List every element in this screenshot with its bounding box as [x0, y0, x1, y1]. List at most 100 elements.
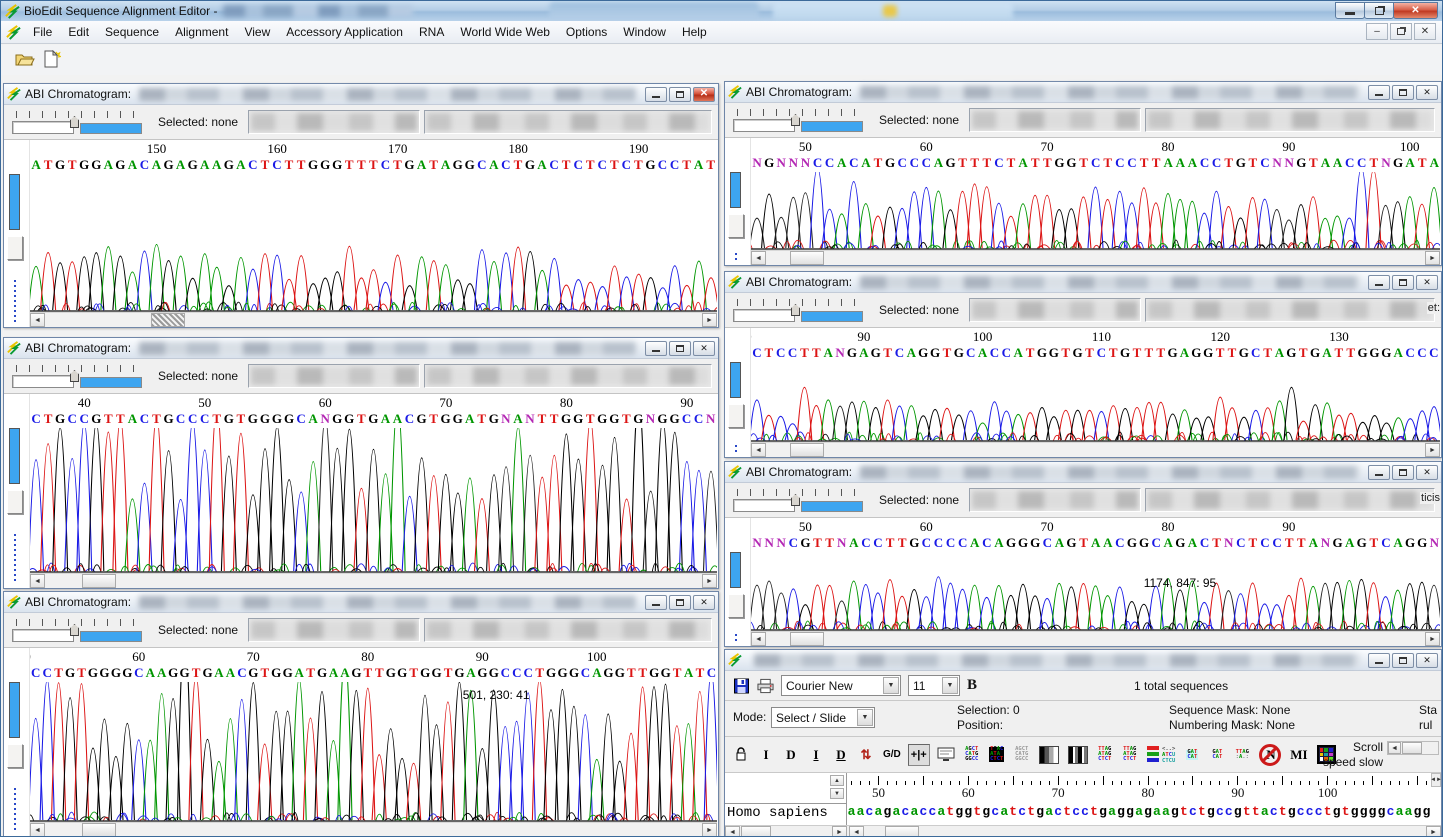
close-button[interactable]: ✕: [693, 87, 715, 102]
scroll-right-arrow[interactable]: ►: [1425, 251, 1440, 265]
scroll-left-arrow[interactable]: ◄: [725, 826, 740, 837]
ttag-colored-icon[interactable]: TTAGATAGCTCT: [1095, 744, 1115, 766]
menu-item-help[interactable]: Help: [674, 22, 715, 42]
vertical-scale-slider[interactable]: [725, 328, 751, 457]
maximize-button[interactable]: [669, 87, 691, 102]
trace-area[interactable]: 501, 230: 41: [30, 682, 717, 823]
save-icon[interactable]: [733, 678, 750, 694]
ttag-colored2-icon[interactable]: TTAGATAGCTCT: [1120, 744, 1140, 766]
horizontal-scrollbar[interactable]: ◄ ►: [751, 250, 1440, 265]
zoom-slider[interactable]: [731, 106, 871, 134]
black-bars-icon[interactable]: [1066, 744, 1090, 766]
minimize-button[interactable]: [1335, 2, 1365, 19]
scrollbar-thumb[interactable]: [790, 251, 824, 265]
scroll-right-arrow[interactable]: ►: [702, 574, 717, 588]
font-size-select[interactable]: 11 ▼: [908, 675, 960, 696]
sequence-scrollbar[interactable]: ◄ ►: [849, 826, 1441, 837]
vertical-scale-slider[interactable]: [4, 140, 30, 327]
scroll-left-arrow[interactable]: ◄: [849, 826, 864, 837]
mode-select[interactable]: Select / Slide ▼: [771, 707, 875, 728]
maximize-button[interactable]: [669, 595, 691, 610]
horizontal-scrollbar[interactable]: ◄ ►: [30, 573, 717, 588]
minimize-button[interactable]: [645, 341, 667, 356]
slider-thumb[interactable]: [728, 214, 744, 238]
sequence-name-cell[interactable]: Homo sapiens: [725, 803, 847, 825]
color-letters-icon[interactable]: AGCTCATGGGCC: [962, 744, 982, 766]
scrollbar-thumb[interactable]: [151, 313, 185, 327]
delete-mode-button[interactable]: D: [781, 744, 801, 766]
close-button[interactable]: ✕: [1416, 465, 1438, 480]
font-family-select[interactable]: Courier New ▼: [781, 675, 901, 696]
scrollbar-thumb[interactable]: [885, 826, 919, 837]
chevron-down-icon[interactable]: ▼: [883, 677, 899, 694]
maximize-button[interactable]: [1392, 275, 1414, 290]
scrollbar-thumb[interactable]: [82, 823, 116, 837]
color-letters-inverse-icon[interactable]: TGACATAGCTCT: [987, 744, 1007, 766]
zoom-slider[interactable]: [731, 486, 871, 514]
trace-area[interactable]: [30, 428, 717, 574]
scroll-right-arrow[interactable]: ►: [702, 313, 717, 327]
minimize-button[interactable]: [645, 595, 667, 610]
trace-area[interactable]: 1174, 847: 95: [751, 552, 1440, 632]
no-n-icon[interactable]: N: [1257, 744, 1283, 766]
horizontal-scrollbar[interactable]: ◄ ►: [751, 631, 1440, 646]
menu-item-file[interactable]: File: [25, 22, 60, 42]
minimize-button[interactable]: [645, 87, 667, 102]
trace-area[interactable]: [30, 174, 717, 313]
scroll-down-button[interactable]: ▼: [830, 788, 844, 799]
insert-underline-button[interactable]: I: [806, 744, 826, 766]
scroll-left-arrow[interactable]: ◄: [751, 632, 766, 646]
trace-area[interactable]: [751, 172, 1440, 251]
sequence-letters[interactable]: aacagacaccatggtgcatctgactcctgaggagaagtct…: [847, 803, 1431, 825]
bold-button[interactable]: B: [967, 677, 977, 694]
close-button[interactable]: ✕: [693, 595, 715, 610]
chevron-down-icon[interactable]: ▼: [857, 709, 873, 726]
delete-underline-button[interactable]: D: [831, 744, 851, 766]
vertical-scale-slider[interactable]: [725, 518, 751, 646]
ttag-dots-icon[interactable]: TTAG:A.:: [1232, 744, 1252, 766]
scroll-up-button[interactable]: ▲: [830, 775, 844, 786]
scroll-speed-scrollbar[interactable]: ◄: [1387, 741, 1439, 755]
scroll-speed-thumb[interactable]: [1402, 742, 1422, 754]
vertical-scale-slider[interactable]: [4, 394, 30, 588]
menu-item-window[interactable]: Window: [615, 22, 674, 42]
scrollbar-thumb[interactable]: [790, 443, 824, 457]
horizontal-scrollbar[interactable]: ◄ ►: [751, 442, 1440, 457]
scroll-left-arrow[interactable]: ◄: [751, 443, 766, 457]
gd-toggle-button[interactable]: G/D: [881, 744, 903, 766]
scroll-right-arrow[interactable]: ►: [1426, 826, 1441, 837]
gatcat-highlight-icon[interactable]: GATCAT: [1182, 744, 1202, 766]
slider-thumb[interactable]: [7, 490, 23, 514]
scrollbar-thumb[interactable]: [82, 574, 116, 588]
scrollbar-thumb[interactable]: [741, 826, 771, 837]
zoom-slider[interactable]: [10, 616, 150, 644]
maximize-button[interactable]: [669, 341, 691, 356]
zoom-slider[interactable]: [10, 108, 150, 136]
menu-item-view[interactable]: View: [236, 22, 278, 42]
menu-item-accessory-application[interactable]: Accessory Application: [278, 22, 411, 42]
slider-thumb[interactable]: [728, 404, 744, 428]
grayscale-bars-icon[interactable]: [1037, 744, 1061, 766]
scroll-left-arrow[interactable]: ◄: [30, 574, 45, 588]
mdi-minimize-button[interactable]: –: [1366, 23, 1388, 40]
color-letters-gray-icon[interactable]: AGCTCATGGGCC: [1012, 744, 1032, 766]
zoom-slider[interactable]: [731, 296, 871, 324]
mi-button[interactable]: MI: [1288, 744, 1309, 766]
close-button[interactable]: ✕: [1416, 653, 1438, 668]
menu-item-rna[interactable]: RNA: [411, 22, 452, 42]
scroll-right-arrow[interactable]: ►: [832, 826, 847, 837]
minimize-button[interactable]: [1368, 275, 1390, 290]
maximize-button[interactable]: [1392, 85, 1414, 100]
vertical-scale-slider[interactable]: [725, 138, 751, 265]
menu-item-edit[interactable]: Edit: [60, 22, 97, 42]
menu-item-alignment[interactable]: Alignment: [167, 22, 236, 42]
minimize-button[interactable]: [1368, 653, 1390, 668]
scroll-right-arrow[interactable]: ►: [702, 823, 717, 837]
name-panel-scrollbar[interactable]: ◄ ►: [725, 826, 847, 837]
open-folder-icon[interactable]: [15, 50, 35, 68]
slide-crosshair-button[interactable]: +|+: [908, 744, 930, 766]
slider-thumb[interactable]: [728, 594, 744, 618]
horizontal-scrollbar[interactable]: ◄ ►: [30, 822, 717, 837]
trace-area[interactable]: [751, 362, 1440, 443]
maximize-button[interactable]: [1392, 465, 1414, 480]
